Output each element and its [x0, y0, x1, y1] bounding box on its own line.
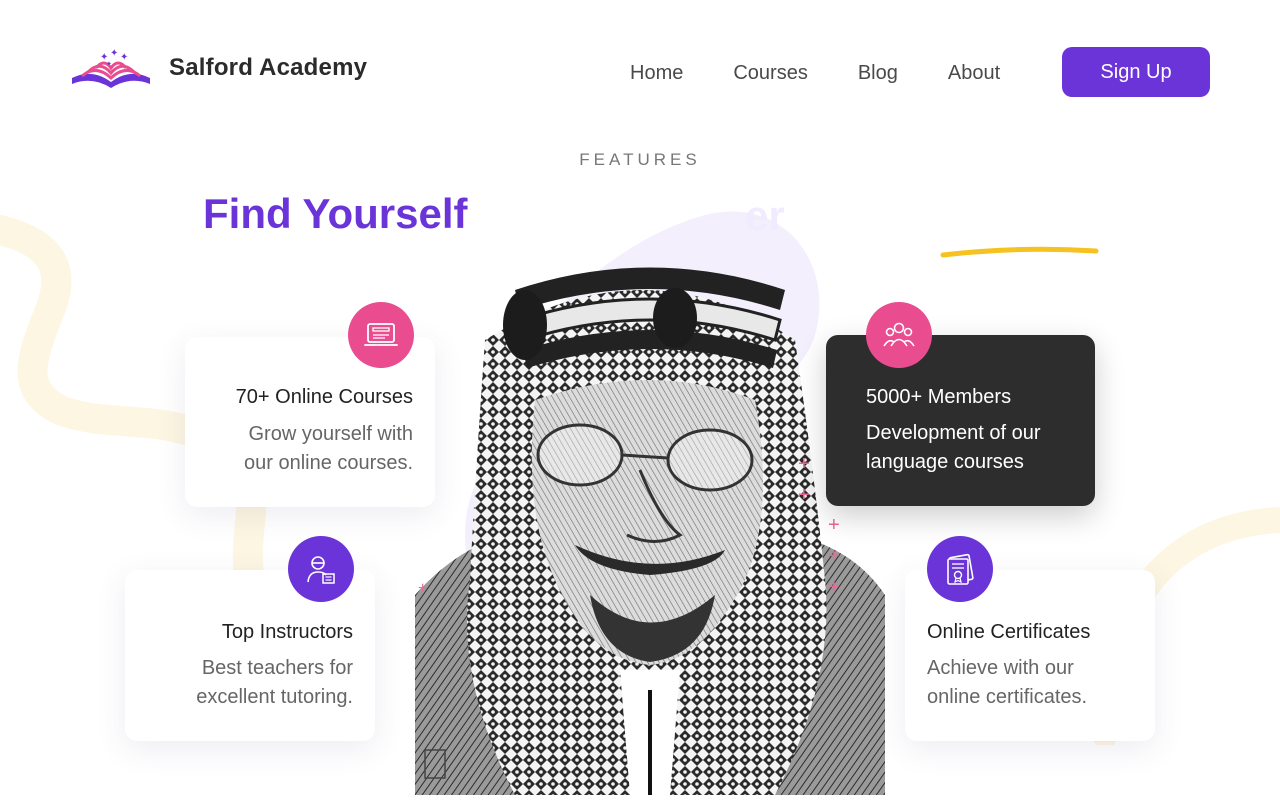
decorative-plus-signs: +: [418, 580, 428, 597]
feature-badge: [348, 302, 414, 368]
svg-text:✦: ✦: [110, 48, 118, 59]
decorative-plus-signs: + +: [798, 453, 810, 506]
nav-courses[interactable]: Courses: [733, 60, 807, 86]
feature-description: Best teachers for excellent tutoring.: [196, 657, 353, 708]
section-heading: Find Yourself: [203, 190, 468, 237]
section-kicker: FEATURES: [579, 150, 701, 169]
nav-home[interactable]: Home: [630, 60, 683, 86]
online-course-icon: [364, 323, 398, 346]
logo[interactable]: ✦ ✦ ✦ ✦ Salford Academy: [70, 46, 367, 90]
portrait-illustration: [415, 267, 885, 795]
sign-up-button[interactable]: Sign Up: [1062, 47, 1210, 97]
feature-badge: [288, 536, 354, 602]
svg-text:✦: ✦: [106, 60, 112, 68]
decorative-plus-signs: + + +: [828, 514, 840, 598]
nav-about[interactable]: About: [948, 60, 1000, 86]
certificate-icon: [947, 553, 974, 585]
feature-badge: [866, 302, 932, 368]
instructor-icon: [307, 556, 335, 584]
members-icon: [883, 322, 915, 347]
brand-name: Salford Academy: [169, 54, 368, 81]
feature-badge: [927, 536, 993, 602]
feature-description: Achieve with our online certificates.: [927, 657, 1088, 708]
feature-description: Grow yourself with our online courses.: [244, 423, 413, 474]
svg-text:✦: ✦: [120, 52, 128, 63]
feature-title: Top Instructors: [221, 621, 353, 643]
feature-card-members: 5000+ Members Development of our languag…: [826, 335, 1095, 506]
feature-title: Online Certificates: [927, 621, 1091, 643]
feature-title: 5000+ Members: [866, 386, 1012, 408]
main-nav: Home Courses Blog About: [630, 60, 1050, 86]
feature-title: 70+ Online Courses: [235, 386, 413, 408]
open-book-stars-icon: ✦ ✦ ✦ ✦: [72, 48, 150, 88]
nav-blog[interactable]: Blog: [858, 60, 898, 86]
section-heading-tail: er: [745, 192, 785, 239]
heading-underline: [940, 246, 1099, 258]
feature-description: Development of our language courses: [866, 422, 1041, 473]
site-header: ✦ ✦ ✦ ✦ Salford Academy Home Courses Blo…: [0, 0, 1280, 140]
